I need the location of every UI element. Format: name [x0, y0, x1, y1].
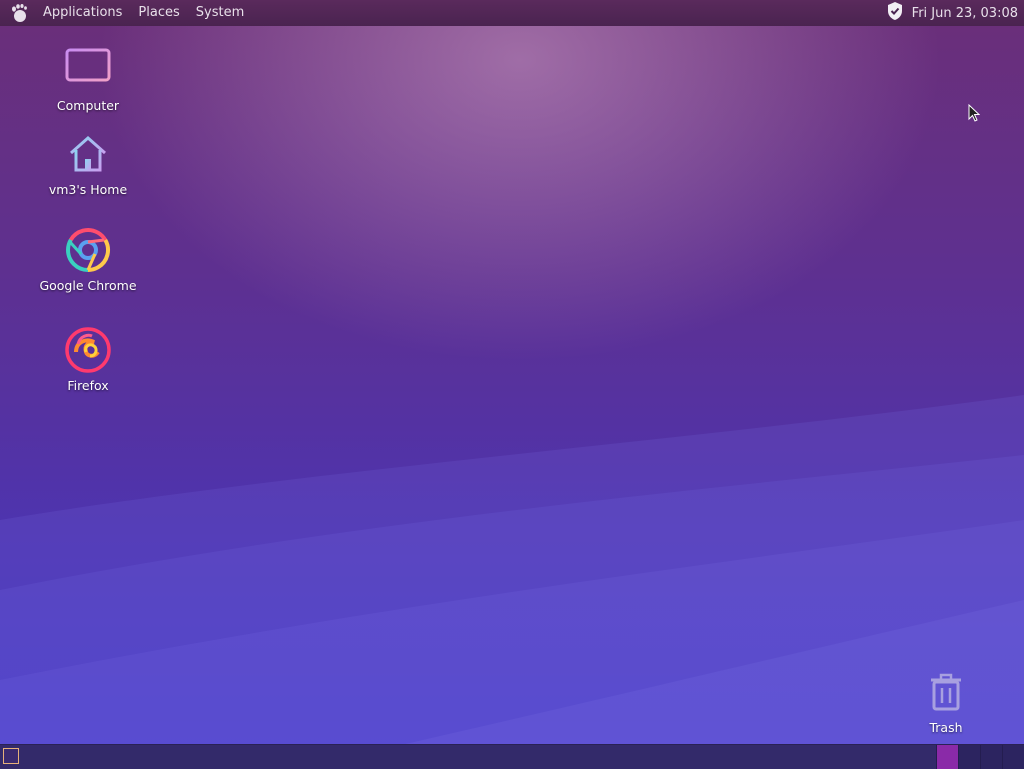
bottom-panel	[0, 744, 1024, 769]
desktop-icon-label: Computer	[56, 98, 120, 113]
desktop-icon-label: Trash	[929, 720, 963, 735]
top-panel: Applications Places System Fri Jun 23, 0…	[0, 0, 1024, 26]
show-desktop-button[interactable]	[3, 748, 19, 764]
firefox-icon	[64, 326, 112, 374]
clock[interactable]: Fri Jun 23, 03:08	[912, 6, 1018, 21]
workspace-3[interactable]	[980, 745, 1003, 769]
menu-system[interactable]: System	[188, 0, 252, 26]
desktop-icon-home[interactable]: vm3's Home	[33, 130, 143, 197]
desktop-icon-label: Google Chrome	[39, 278, 137, 293]
desktop-icon-chrome[interactable]: Google Chrome	[33, 226, 143, 293]
home-icon	[64, 130, 112, 178]
desktop-icon-computer[interactable]: Computer	[33, 46, 143, 113]
menu-applications[interactable]: Applications	[35, 0, 130, 26]
trash-icon	[922, 668, 970, 716]
wallpaper-swoosh	[0, 395, 1024, 768]
workspace-4[interactable]	[1002, 745, 1024, 769]
desktop-icon-label: vm3's Home	[48, 182, 128, 197]
desktop-icon-trash[interactable]: Trash	[891, 668, 1001, 735]
mouse-pointer-icon	[968, 104, 980, 122]
desktop-icon-label: Firefox	[67, 378, 109, 393]
monitor-icon	[64, 46, 112, 94]
desktop-background	[0, 0, 1024, 768]
workspace-1[interactable]	[936, 745, 959, 769]
desktop-icon-firefox[interactable]: Firefox	[33, 326, 143, 393]
gnome-foot-icon[interactable]	[9, 3, 29, 23]
menu-places[interactable]: Places	[130, 0, 187, 26]
panel-tray: Fri Jun 23, 03:08	[886, 1, 1018, 25]
workspace-2[interactable]	[958, 745, 981, 769]
chrome-icon	[64, 226, 112, 274]
shield-icon[interactable]	[886, 1, 904, 25]
